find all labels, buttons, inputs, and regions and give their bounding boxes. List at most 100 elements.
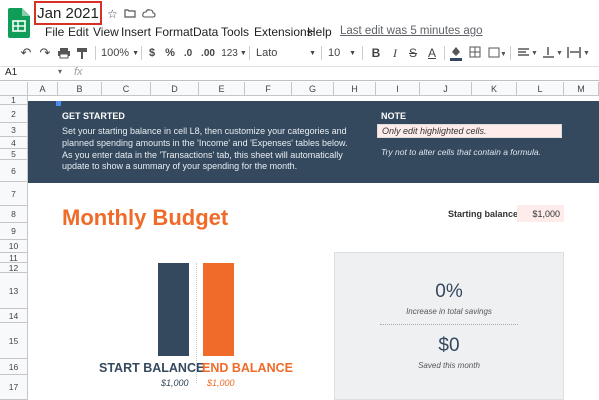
font-size-value: 10 xyxy=(328,47,341,59)
paint-format-icon[interactable] xyxy=(75,42,89,64)
more-formats-select[interactable]: 123 ▼ xyxy=(219,42,249,64)
toolbar-divider xyxy=(141,46,142,60)
row-header[interactable]: 11 xyxy=(0,253,28,263)
row-header[interactable]: 6 xyxy=(0,160,28,182)
vertical-align-icon[interactable]: ▼ xyxy=(541,42,563,64)
star-icon[interactable]: ☆ xyxy=(107,7,118,21)
redo-icon[interactable]: ↷ xyxy=(37,42,53,64)
note-highlighted-cell[interactable]: Only edit highlighted cells. xyxy=(377,124,562,138)
toolbar-divider xyxy=(510,46,511,60)
column-header[interactable]: F xyxy=(245,82,292,96)
merge-cells-icon[interactable]: ▼ xyxy=(487,42,505,64)
row-header[interactable]: 9 xyxy=(0,223,28,240)
starting-balance-label: Starting balance: xyxy=(448,209,522,219)
selection-handle[interactable] xyxy=(56,101,61,106)
savings-summary-panel xyxy=(334,252,564,400)
row-header[interactable]: 8 xyxy=(0,206,28,223)
row-header[interactable]: 17 xyxy=(0,375,28,400)
column-header[interactable]: I xyxy=(376,82,420,96)
column-header[interactable]: K xyxy=(472,82,517,96)
row-header[interactable]: 12 xyxy=(0,263,28,273)
toolbar-divider xyxy=(362,46,363,60)
chevron-down-icon[interactable]: ▾ xyxy=(58,67,62,76)
menu-tools[interactable]: Tools xyxy=(221,25,249,39)
toolbar-divider xyxy=(444,46,445,60)
row-header[interactable]: 15 xyxy=(0,323,28,359)
row-header[interactable]: 2 xyxy=(0,105,28,123)
font-size-select[interactable]: 10 ▼ xyxy=(325,42,359,64)
menu-data[interactable]: Data xyxy=(193,25,218,39)
row-header[interactable]: 7 xyxy=(0,182,28,206)
move-folder-icon[interactable] xyxy=(124,8,136,18)
saved-amount-label: Saved this month xyxy=(418,361,480,370)
row-header[interactable]: 4 xyxy=(0,137,28,149)
end-balance-label: END BALANCE xyxy=(202,361,293,375)
strikethrough-button[interactable]: S xyxy=(406,42,420,64)
column-header[interactable]: G xyxy=(292,82,334,96)
increase-decimal-button[interactable]: .00 xyxy=(198,42,218,64)
column-header[interactable]: A xyxy=(28,82,58,96)
column-header[interactable]: D xyxy=(151,82,199,96)
format-percent-button[interactable]: % xyxy=(164,42,176,64)
sheets-logo-icon[interactable] xyxy=(8,8,30,38)
menu-view[interactable]: View xyxy=(93,25,119,39)
menu-edit[interactable]: Edit xyxy=(68,25,89,39)
menu-file[interactable]: File xyxy=(45,25,64,39)
column-header[interactable]: C xyxy=(102,82,151,96)
cloud-status-icon[interactable] xyxy=(142,8,156,18)
column-header[interactable]: B xyxy=(58,82,102,96)
row-header[interactable]: 1 xyxy=(0,95,28,105)
italic-button[interactable]: I xyxy=(389,42,401,64)
end-balance-bar xyxy=(203,263,234,356)
decrease-decimal-button[interactable]: .0 xyxy=(180,42,196,64)
select-all-corner[interactable] xyxy=(0,82,28,96)
bold-button[interactable]: B xyxy=(369,42,383,64)
banner-text-line: planned spending amounts in the 'Income'… xyxy=(62,138,348,148)
column-header[interactable]: H xyxy=(334,82,376,96)
row-header[interactable]: 16 xyxy=(0,359,28,375)
toolbar-divider xyxy=(95,46,96,60)
note-heading: NOTE xyxy=(381,111,407,121)
text-color-button[interactable]: A xyxy=(425,42,439,64)
last-edit-link[interactable]: Last edit was 5 minutes ago xyxy=(340,25,483,37)
borders-icon[interactable] xyxy=(468,42,482,64)
column-header[interactable]: E xyxy=(199,82,245,96)
row-header[interactable]: 13 xyxy=(0,273,28,309)
undo-icon[interactable]: ↶ xyxy=(18,42,34,64)
menu-insert[interactable]: Insert xyxy=(121,25,151,39)
zoom-select[interactable]: 100% ▼ xyxy=(100,42,140,64)
svg-text:▼: ▼ xyxy=(583,50,590,57)
menu-format[interactable]: Format xyxy=(155,25,193,39)
format-currency-button[interactable]: $ xyxy=(146,42,158,64)
note-subtext: Try not to alter cells that contain a fo… xyxy=(381,147,541,157)
more-formats-label: 123 xyxy=(221,47,238,59)
font-family-select[interactable]: Lato ▼ xyxy=(253,42,319,64)
monthly-budget-title: Monthly Budget xyxy=(62,205,229,230)
column-header[interactable]: L xyxy=(517,82,564,96)
font-family-value: Lato xyxy=(256,47,278,59)
print-icon[interactable] xyxy=(57,42,71,64)
name-box[interactable]: A1 xyxy=(5,67,17,78)
row-header[interactable]: 5 xyxy=(0,149,28,160)
menu-help[interactable]: Help xyxy=(307,25,332,39)
row-header[interactable]: 3 xyxy=(0,123,28,137)
menu-extensions[interactable]: Extensions xyxy=(254,25,313,39)
fx-icon: fx xyxy=(74,66,83,78)
banner-text-line: Set your starting balance in cell L8, th… xyxy=(62,126,347,136)
starting-balance-input[interactable]: $1,000 xyxy=(517,205,564,222)
savings-percent-label: Increase in total savings xyxy=(406,307,492,316)
banner-heading: GET STARTED xyxy=(62,111,125,121)
chevron-down-icon: ▼ xyxy=(132,49,140,57)
column-header[interactable]: M xyxy=(564,82,599,96)
document-title[interactable]: Jan 2021 xyxy=(34,1,102,25)
text-wrap-icon[interactable]: ▼ xyxy=(566,42,592,64)
banner-text-line: update to show a summary of your spendin… xyxy=(62,161,298,171)
row-header[interactable]: 14 xyxy=(0,309,28,323)
formula-input[interactable] xyxy=(94,66,599,81)
fill-color-icon[interactable] xyxy=(449,42,463,64)
svg-text:▼: ▼ xyxy=(556,50,563,57)
column-header[interactable]: J xyxy=(420,82,472,96)
align-left-icon[interactable]: ▼ xyxy=(516,42,538,64)
row-header[interactable]: 10 xyxy=(0,240,28,253)
chevron-down-icon: ▼ xyxy=(309,49,316,57)
